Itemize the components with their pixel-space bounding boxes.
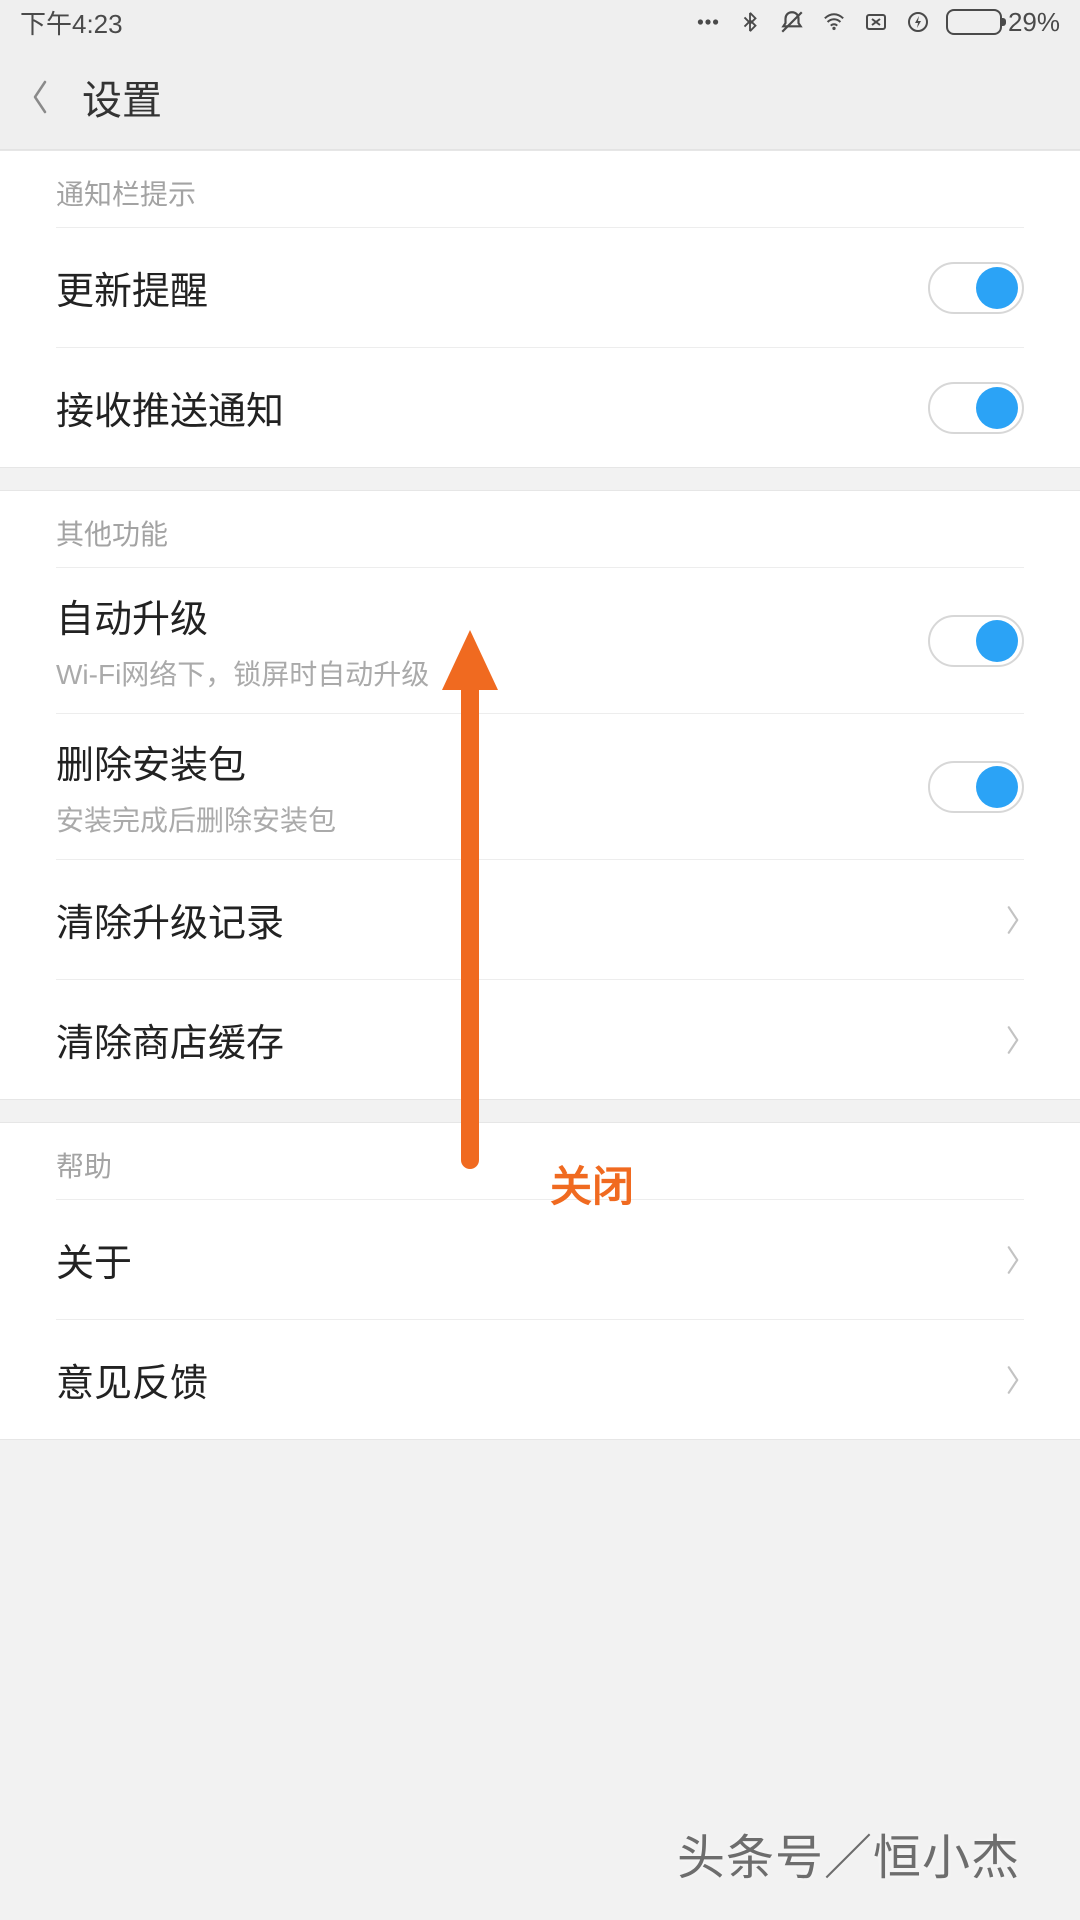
group-header: 帮助: [0, 1123, 1080, 1199]
row-sublabel: Wi-Fi网络下，锁屏时自动升级: [56, 653, 928, 693]
wifi-icon: [820, 8, 848, 36]
row-label: 清除商店缓存: [56, 1012, 1002, 1067]
no-sim-icon: [862, 8, 890, 36]
row-label: 意见反馈: [56, 1352, 1002, 1407]
toggle-push-notification[interactable]: [928, 382, 1024, 434]
row-push-notification[interactable]: 接收推送通知: [56, 347, 1024, 467]
toggle-auto-upgrade[interactable]: [928, 615, 1024, 667]
group-other: 其他功能 自动升级 Wi-Fi网络下，锁屏时自动升级 删除安装包 安装完成后删除…: [0, 490, 1080, 1100]
status-bar: 下午4:23 29%: [0, 0, 1080, 44]
status-time: 下午4:23: [20, 4, 123, 41]
charging-icon: [904, 8, 932, 36]
group-header: 通知栏提示: [0, 151, 1080, 227]
app-bar: 设置: [0, 44, 1080, 150]
more-icon: [694, 8, 722, 36]
toggle-delete-apk[interactable]: [928, 761, 1024, 813]
page-title: 设置: [82, 68, 162, 126]
row-feedback[interactable]: 意见反馈: [56, 1319, 1024, 1439]
chevron-right-icon: [1002, 1360, 1024, 1400]
settings-content: 通知栏提示 更新提醒 接收推送通知 其他功能 自动升级 Wi-Fi网络下，锁屏时…: [0, 150, 1080, 1440]
mute-icon: [778, 8, 806, 36]
chevron-right-icon: [1002, 1240, 1024, 1280]
row-label: 接收推送通知: [56, 380, 928, 435]
annotation-label: 关闭: [550, 1153, 634, 1214]
row-auto-upgrade[interactable]: 自动升级 Wi-Fi网络下，锁屏时自动升级: [56, 567, 1024, 713]
bluetooth-icon: [736, 8, 764, 36]
row-clear-store-cache[interactable]: 清除商店缓存: [56, 979, 1024, 1099]
group-header: 其他功能: [0, 491, 1080, 567]
chevron-right-icon: [1002, 1020, 1024, 1060]
row-delete-apk[interactable]: 删除安装包 安装完成后删除安装包: [56, 713, 1024, 859]
screen: 下午4:23 29%: [0, 0, 1080, 1920]
toggle-update-reminder[interactable]: [928, 262, 1024, 314]
chevron-right-icon: [1002, 900, 1024, 940]
row-about[interactable]: 关于: [56, 1199, 1024, 1319]
back-button[interactable]: [26, 75, 54, 119]
row-update-reminder[interactable]: 更新提醒: [56, 227, 1024, 347]
row-label: 清除升级记录: [56, 892, 1002, 947]
row-clear-upgrade-history[interactable]: 清除升级记录: [56, 859, 1024, 979]
row-label: 关于: [56, 1232, 1002, 1287]
battery-percent: 29%: [1008, 7, 1060, 38]
row-label: 自动升级: [56, 588, 928, 643]
row-label: 更新提醒: [56, 260, 928, 315]
group-notification: 通知栏提示 更新提醒 接收推送通知: [0, 150, 1080, 468]
row-sublabel: 安装完成后删除安装包: [56, 799, 928, 839]
battery-indicator: 29%: [946, 7, 1060, 38]
status-icons: 29%: [694, 7, 1060, 38]
row-label: 删除安装包: [56, 734, 928, 789]
watermark: 头条号／恒小杰: [677, 1818, 1020, 1888]
group-help: 帮助 关于 意见反馈: [0, 1122, 1080, 1440]
